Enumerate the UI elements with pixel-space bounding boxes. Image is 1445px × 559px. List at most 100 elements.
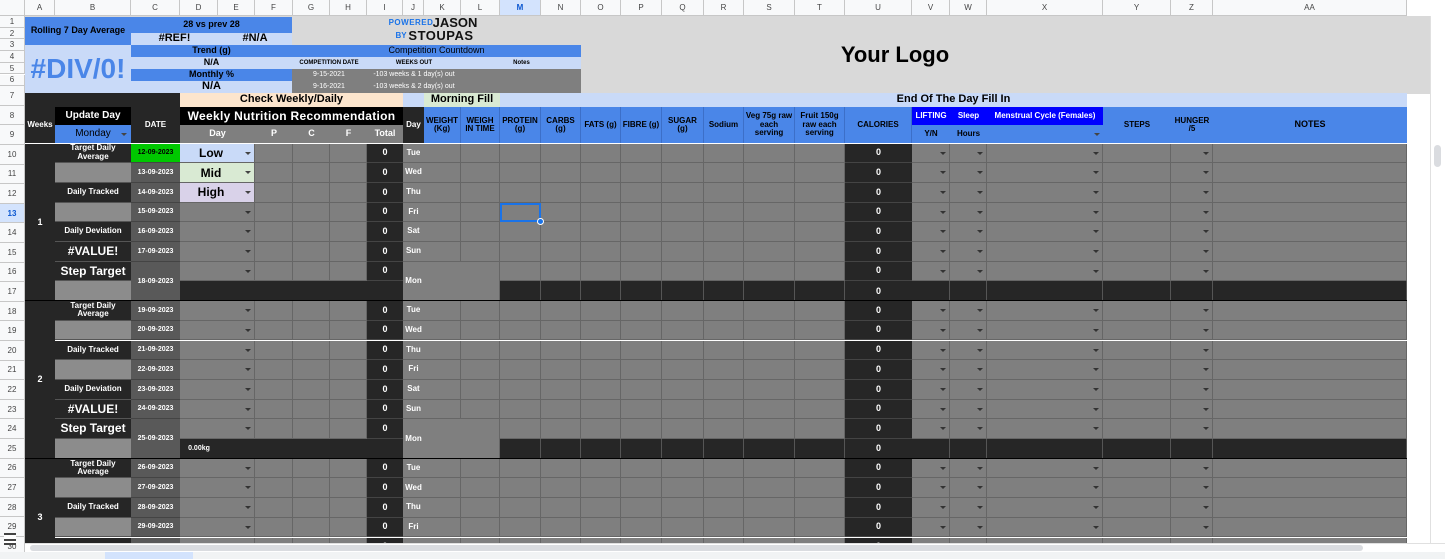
nutrient-input[interactable]	[662, 242, 704, 262]
nutrient-input[interactable]	[795, 379, 845, 400]
menstrual-cell[interactable]	[987, 222, 1103, 242]
dropdown-arrow-icon[interactable]	[245, 250, 251, 253]
nutrient-input[interactable]	[744, 261, 795, 282]
nutrient-input[interactable]	[662, 301, 704, 321]
dropdown-arrow-icon[interactable]	[940, 506, 946, 510]
dropdown-arrow-icon[interactable]	[977, 387, 983, 391]
row-header-13[interactable]: 13	[0, 203, 25, 224]
macro-f[interactable]	[330, 379, 367, 400]
notes-input[interactable]	[1213, 419, 1407, 439]
day-level-value[interactable]: Low	[180, 144, 242, 164]
nutrient-input[interactable]	[704, 340, 744, 361]
nutrient-input[interactable]	[581, 163, 621, 183]
nutrient-input[interactable]	[795, 517, 845, 538]
nutrient-input[interactable]	[704, 399, 744, 420]
nutrient-input[interactable]	[621, 182, 662, 203]
column-header-s[interactable]: S	[744, 0, 795, 16]
nutrient-input[interactable]	[621, 498, 662, 518]
column-header-u[interactable]: U	[845, 0, 912, 16]
sheet-tab-bar[interactable]	[0, 552, 1445, 559]
nutrient-input[interactable]	[704, 320, 744, 341]
nutrient-input[interactable]	[621, 478, 662, 499]
macro-p[interactable]	[255, 419, 293, 439]
menstrual-cell[interactable]	[987, 517, 1103, 538]
weigh-time-input[interactable]	[461, 182, 500, 203]
dropdown-arrow-icon[interactable]	[1093, 151, 1099, 155]
weight-input[interactable]	[424, 399, 461, 420]
macro-c[interactable]	[293, 143, 330, 164]
menstrual-cell[interactable]	[987, 242, 1103, 262]
nutrient-input[interactable]	[581, 379, 621, 400]
dropdown-arrow-icon[interactable]	[977, 427, 983, 431]
day-level-select[interactable]	[180, 340, 255, 361]
row-header-18[interactable]: 18	[0, 301, 25, 322]
dropdown-arrow-icon[interactable]	[977, 309, 983, 313]
macro-p[interactable]	[255, 261, 293, 282]
column-header-k[interactable]: K	[424, 0, 461, 16]
column-header-j[interactable]: J	[403, 0, 424, 16]
macro-c[interactable]	[293, 399, 330, 420]
steps-input[interactable]	[1103, 143, 1171, 164]
dropdown-arrow-icon[interactable]	[977, 269, 983, 273]
row-header-26[interactable]: 26	[0, 458, 25, 479]
nutrient-input[interactable]	[621, 458, 662, 479]
dropdown-arrow-icon[interactable]	[1203, 466, 1209, 470]
vertical-scrollbar-thumb[interactable]	[1434, 145, 1441, 167]
nutrient-input[interactable]	[662, 458, 704, 479]
menstrual-cell[interactable]	[987, 379, 1103, 400]
column-header-y[interactable]: Y	[1103, 0, 1171, 16]
day-level-value[interactable]: High	[180, 183, 242, 203]
dropdown-arrow-icon[interactable]	[245, 230, 251, 234]
dropdown-arrow-icon[interactable]	[940, 250, 946, 253]
nutrient-input[interactable]	[621, 379, 662, 400]
macro-f[interactable]	[330, 498, 367, 518]
nutrient-input[interactable]	[581, 143, 621, 164]
nutrient-input[interactable]	[541, 242, 581, 262]
nutrient-input[interactable]	[581, 458, 621, 479]
macro-c[interactable]	[293, 517, 330, 538]
weight-input[interactable]	[424, 498, 461, 518]
row-header-16[interactable]: 16	[0, 262, 25, 283]
dropdown-arrow-icon[interactable]	[1093, 525, 1099, 529]
notes-input[interactable]	[1213, 163, 1407, 183]
day-level-select[interactable]	[180, 301, 255, 321]
weigh-time-input[interactable]	[461, 143, 500, 164]
steps-input[interactable]	[1103, 163, 1171, 183]
dropdown-arrow-icon[interactable]	[977, 250, 983, 253]
weight-input[interactable]	[424, 478, 461, 499]
nutrient-input[interactable]	[541, 379, 581, 400]
horizontal-scrollbar-thumb[interactable]	[30, 545, 1363, 551]
weight-input[interactable]	[424, 517, 461, 538]
nutrient-input[interactable]	[581, 320, 621, 341]
sheet-tab[interactable]	[105, 552, 193, 559]
nutrient-input[interactable]	[662, 182, 704, 203]
column-header-z[interactable]: Z	[1171, 0, 1213, 16]
macro-c[interactable]	[293, 182, 330, 203]
dropdown-arrow-icon[interactable]	[1203, 190, 1209, 194]
dropdown-arrow-icon[interactable]	[245, 486, 251, 490]
nutrient-input[interactable]	[704, 202, 744, 223]
nutrient-input[interactable]	[500, 320, 541, 341]
menstrual-cell[interactable]	[987, 320, 1103, 341]
dropdown-arrow-icon[interactable]	[977, 230, 983, 234]
corner-cell[interactable]	[0, 0, 25, 16]
dropdown-arrow-icon[interactable]	[1203, 151, 1209, 155]
nutrient-input[interactable]	[744, 498, 795, 518]
nutrient-input[interactable]	[744, 202, 795, 223]
dropdown-arrow-icon[interactable]	[1093, 368, 1099, 372]
nutrient-input[interactable]	[500, 143, 541, 164]
steps-input[interactable]	[1103, 320, 1171, 341]
row-header-28[interactable]: 28	[0, 497, 25, 518]
weight-input[interactable]	[424, 320, 461, 341]
weigh-time-input[interactable]	[461, 222, 500, 242]
nutrient-input[interactable]	[662, 399, 704, 420]
weigh-time-input[interactable]	[461, 301, 500, 321]
macro-f[interactable]	[330, 458, 367, 479]
dropdown-arrow-icon[interactable]	[1203, 171, 1209, 175]
dropdown-arrow-icon[interactable]	[1093, 407, 1099, 411]
nutrient-input[interactable]	[541, 320, 581, 341]
dropdown-arrow-icon[interactable]	[940, 230, 946, 234]
column-header-l[interactable]: L	[461, 0, 500, 16]
nutrient-input[interactable]	[795, 163, 845, 183]
nutrient-input[interactable]	[581, 261, 621, 282]
